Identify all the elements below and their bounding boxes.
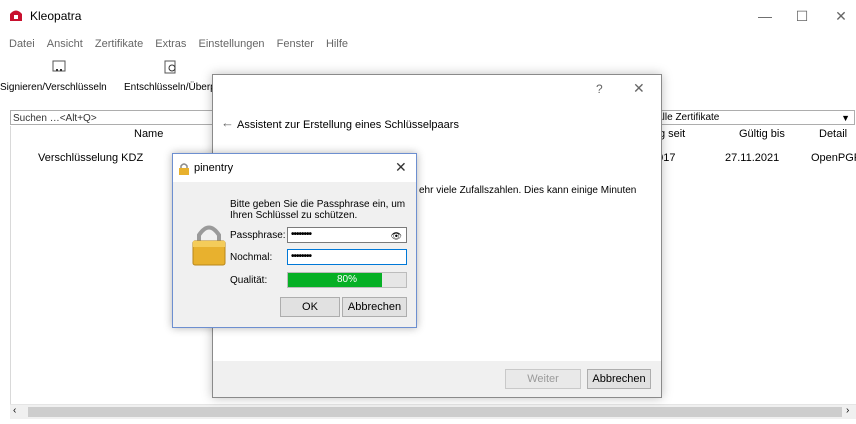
search-input[interactable]: Suchen …<Alt+Q> (10, 110, 215, 125)
pinentry-close-button[interactable]: ✕ (395, 159, 407, 176)
column-header-name[interactable]: Name (134, 128, 163, 140)
back-arrow-icon[interactable]: ← (221, 115, 234, 130)
menu-hilfe[interactable]: Hilfe (326, 38, 348, 50)
menu-bar: Datei Ansicht Zertifikate Extras Einstel… (0, 38, 348, 56)
certificate-filter-select[interactable]: Alle Zertifikate ▼ (652, 110, 855, 125)
menu-fenster[interactable]: Fenster (277, 38, 314, 50)
maximize-button[interactable]: ☐ (787, 6, 817, 26)
scroll-right-icon[interactable]: › (846, 405, 849, 416)
kleopatra-logo-icon (10, 10, 22, 21)
lock-icon (192, 225, 226, 266)
quality-progress-bar: 80% (287, 272, 407, 288)
repeat-value: •••••••• (291, 251, 312, 262)
sign-encrypt-label: Signieren/Verschlüsseln (0, 82, 107, 93)
lock-icon (179, 163, 189, 175)
app-title: Kleopatra (30, 9, 82, 23)
pinentry-message: Bitte geben Sie die Passphrase ein, um I… (230, 199, 406, 221)
menu-ansicht[interactable]: Ansicht (47, 38, 83, 50)
quality-label: Qualität: (230, 275, 268, 286)
scroll-left-icon[interactable]: ‹ (13, 405, 16, 416)
repeat-passphrase-input[interactable]: •••••••• (287, 249, 407, 265)
menu-zertifikate[interactable]: Zertifikate (95, 38, 143, 50)
eye-icon[interactable]: 👁 (391, 229, 402, 243)
title-bar: Kleopatra — ☐ ✕ (0, 0, 856, 30)
scrollbar-thumb[interactable] (28, 407, 842, 417)
pinentry-title: pinentry (194, 162, 234, 174)
sign-encrypt-button[interactable]: Signieren/Verschlüsseln (0, 56, 118, 102)
next-button[interactable]: Weiter (505, 369, 581, 389)
menu-einstellungen[interactable]: Einstellungen (199, 38, 265, 50)
passphrase-label: Passphrase: (230, 230, 286, 241)
column-header-valid-until[interactable]: Gültig bis (739, 128, 785, 140)
decrypt-verify-label: Entschlüsseln/Überpr (124, 82, 220, 93)
pinentry-title-bar: pinentry ✕ (173, 154, 416, 182)
row-name: Verschlüsselung KDZ (38, 152, 144, 164)
wizard-cancel-button[interactable]: Abbrechen (587, 369, 651, 389)
row-valid-until: 27.11.2021 (725, 152, 780, 164)
wizard-close-button[interactable]: ✕ (633, 80, 645, 97)
minimize-button[interactable]: — (750, 6, 780, 26)
help-button[interactable]: ? (596, 82, 603, 96)
passphrase-input[interactable]: •••••••• 👁 (287, 227, 407, 243)
wizard-body-text: ehr viele Zufallszahlen. Dies kann einig… (419, 185, 637, 196)
wizard-footer: Weiter Abbrechen (213, 361, 661, 397)
wizard-title: Assistent zur Erstellung eines Schlüssel… (237, 119, 459, 131)
row-details: OpenPGP (811, 152, 856, 164)
decrypt-verify-button[interactable]: Entschlüsseln/Überpr (122, 56, 219, 102)
horizontal-scrollbar[interactable]: ‹ › (10, 404, 856, 419)
sign-encrypt-icon (52, 60, 66, 72)
column-header-details[interactable]: Detail (819, 128, 847, 140)
ok-button[interactable]: OK (280, 297, 340, 317)
decrypt-verify-icon (164, 60, 176, 74)
dropdown-arrow-icon: ▼ (841, 113, 850, 123)
quality-text: 80% (336, 274, 357, 285)
filter-value: Alle Zertifikate (656, 112, 720, 123)
menu-datei[interactable]: Datei (9, 38, 35, 50)
menu-extras[interactable]: Extras (155, 38, 186, 50)
repeat-label: Nochmal: (230, 252, 273, 263)
pinentry-dialog: pinentry ✕ Bitte geben Sie die Passphras… (172, 153, 417, 328)
passphrase-value: •••••••• (291, 229, 312, 240)
close-button[interactable]: ✕ (826, 6, 856, 26)
pinentry-cancel-button[interactable]: Abbrechen (342, 297, 407, 317)
